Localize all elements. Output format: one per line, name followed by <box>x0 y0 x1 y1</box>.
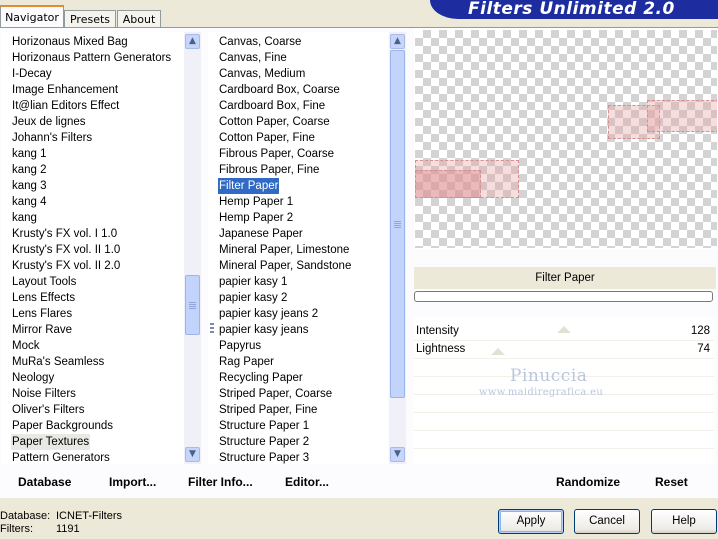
list-item[interactable]: It@lian Editors Effect <box>11 98 120 114</box>
category-scrollbar[interactable]: ▲ ▼ <box>184 32 201 464</box>
list-item[interactable]: Recycling Paper <box>218 370 304 386</box>
list-item[interactable]: Layout Tools <box>11 274 77 290</box>
watermark-url: www.maidiregrafica.eu <box>479 387 604 398</box>
list-item[interactable]: Krusty's FX vol. II 2.0 <box>11 258 121 274</box>
list-item[interactable]: Oliver's Filters <box>11 402 85 418</box>
list-item[interactable]: kang 1 <box>11 146 48 162</box>
list-item[interactable]: Canvas, Medium <box>218 66 306 82</box>
progress-bar <box>414 291 713 302</box>
list-item[interactable]: Johann's Filters <box>11 130 93 146</box>
status-database: Database: <box>0 510 50 522</box>
list-item[interactable]: Structure Paper 3 <box>218 450 310 464</box>
list-grip-icon <box>208 320 216 336</box>
list-item[interactable]: Mineral Paper, Limestone <box>218 242 350 258</box>
list-item[interactable]: kang <box>11 210 38 226</box>
import-button[interactable]: Import... <box>109 475 156 489</box>
slider-value: 74 <box>697 343 710 355</box>
list-item[interactable]: papier kasy jeans <box>218 322 310 338</box>
list-item[interactable]: Striped Paper, Fine <box>218 402 318 418</box>
list-item[interactable]: kang 2 <box>11 162 48 178</box>
list-item[interactable]: Lens Flares <box>11 306 73 322</box>
app-title-banner: Filters Unlimited 2.0 <box>430 0 718 19</box>
list-item[interactable]: Cotton Paper, Coarse <box>218 114 331 130</box>
slider-empty <box>414 412 714 431</box>
list-item[interactable]: MuRa's Seamless <box>11 354 105 370</box>
list-item[interactable]: Cardboard Box, Coarse <box>218 82 341 98</box>
list-item[interactable]: Noise Filters <box>11 386 77 402</box>
list-item[interactable]: Cotton Paper, Fine <box>218 130 316 146</box>
list-item[interactable]: Structure Paper 2 <box>218 434 310 450</box>
tab-bar: Navigator Presets About Filters Unlimite… <box>0 0 718 28</box>
slider-empty <box>414 430 714 449</box>
app-title: Filters Unlimited 2.0 <box>468 0 675 19</box>
slider-lightness[interactable]: Lightness 74 <box>414 340 714 359</box>
scroll-up-icon[interactable]: ▲ <box>185 34 200 49</box>
list-item[interactable]: Striped Paper, Coarse <box>218 386 333 402</box>
slider-intensity[interactable]: Intensity 128 <box>414 322 714 341</box>
list-item[interactable]: Japanese Paper <box>218 226 304 242</box>
tab-about[interactable]: About <box>117 10 161 27</box>
list-item[interactable]: Mock <box>11 338 40 354</box>
list-item[interactable]: kang 4 <box>11 194 48 210</box>
list-item[interactable]: Hemp Paper 2 <box>218 210 294 226</box>
filter-list[interactable]: Canvas, Coarse Canvas, Fine Canvas, Medium… <box>208 32 388 464</box>
list-item[interactable]: Structure Paper 1 <box>218 418 310 434</box>
list-item[interactable]: Pattern Generators <box>11 450 111 464</box>
list-item[interactable]: Jeux de lignes <box>11 114 87 130</box>
scroll-down-icon[interactable]: ▼ <box>185 447 200 462</box>
list-item[interactable]: Mirror Rave <box>11 322 73 338</box>
tab-presets[interactable]: Presets <box>64 10 116 27</box>
list-item[interactable]: I-Decay <box>11 66 53 82</box>
list-item[interactable]: Krusty's FX vol. I 1.0 <box>11 226 118 242</box>
list-item[interactable]: Fibrous Paper, Coarse <box>218 146 335 162</box>
status-database-label: Database: <box>0 510 51 522</box>
list-item[interactable]: Lens Effects <box>11 290 76 306</box>
tab-navigator[interactable]: Navigator <box>0 5 64 28</box>
list-item[interactable]: papier kasy 1 <box>218 274 288 290</box>
list-item[interactable]: Hemp Paper 1 <box>218 194 294 210</box>
slider-value: 128 <box>690 325 710 337</box>
filter-info-button[interactable]: Filter Info... <box>188 475 253 489</box>
current-filter-name: Filter Paper <box>414 267 716 289</box>
list-item[interactable]: papier kasy jeans 2 <box>218 306 319 322</box>
list-item[interactable]: Filter Paper <box>218 178 280 194</box>
list-item[interactable]: Cardboard Box, Fine <box>218 98 326 114</box>
list-item[interactable]: Canvas, Fine <box>218 50 288 66</box>
list-item[interactable]: Krusty's FX vol. II 1.0 <box>11 242 121 258</box>
list-item[interactable]: Papyrus <box>218 338 262 354</box>
list-item[interactable]: Neology <box>11 370 55 386</box>
filter-preview <box>414 29 718 249</box>
category-list[interactable]: Horizonaus Mixed Bag Horizonaus Pattern G… <box>1 32 184 464</box>
status-filters-label: Filters: <box>0 523 33 535</box>
scroll-down-icon[interactable]: ▼ <box>390 447 405 462</box>
list-item[interactable]: Mineral Paper, Sandstone <box>218 258 352 274</box>
list-item[interactable]: Paper Backgrounds <box>11 418 114 434</box>
list-item[interactable]: Fibrous Paper, Fine <box>218 162 320 178</box>
scroll-up-icon[interactable]: ▲ <box>390 34 405 49</box>
filter-scrollbar[interactable]: ▲ ▼ <box>389 32 406 464</box>
list-item[interactable]: Rag Paper <box>218 354 275 370</box>
category-scroll-thumb[interactable] <box>185 275 200 335</box>
list-item[interactable]: kang 3 <box>11 178 48 194</box>
slider-label: Lightness <box>416 343 466 355</box>
slider-label: Intensity <box>416 325 459 337</box>
list-item[interactable]: Paper Textures <box>11 434 91 450</box>
reset-button[interactable]: Reset <box>655 475 688 489</box>
list-item[interactable]: papier kasy 2 <box>218 290 288 306</box>
randomize-button[interactable]: Randomize <box>556 475 620 489</box>
help-button[interactable]: Help <box>651 509 717 534</box>
watermark-name: Pinuccia <box>510 366 588 386</box>
list-item[interactable]: Horizonaus Pattern Generators <box>11 50 172 66</box>
list-item[interactable]: Image Enhancement <box>11 82 119 98</box>
cancel-button[interactable]: Cancel <box>574 509 640 534</box>
filter-scroll-thumb[interactable] <box>390 50 405 398</box>
list-item[interactable]: Canvas, Coarse <box>218 34 302 50</box>
status-database-value: ICNET-Filters <box>56 510 122 522</box>
list-item[interactable]: Horizonaus Mixed Bag <box>11 34 129 50</box>
editor-button[interactable]: Editor... <box>285 475 329 489</box>
apply-button[interactable]: Apply <box>498 509 564 534</box>
status-filters-value: 1191 <box>56 523 80 535</box>
database-button[interactable]: Database <box>18 475 71 489</box>
